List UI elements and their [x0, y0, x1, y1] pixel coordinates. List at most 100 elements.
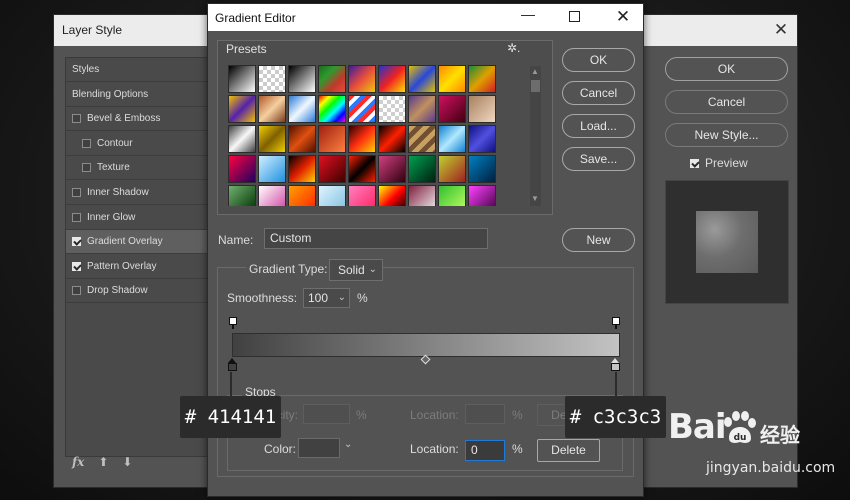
- style-item-texture[interactable]: Texture: [66, 156, 207, 181]
- load-button[interactable]: Load...: [562, 114, 635, 138]
- preset-swatch[interactable]: [378, 125, 406, 153]
- preset-swatch[interactable]: [438, 185, 466, 206]
- save-button[interactable]: Save...: [562, 147, 635, 171]
- preset-swatch[interactable]: [318, 185, 346, 206]
- preset-swatch[interactable]: [468, 65, 496, 93]
- close-icon[interactable]: ✕: [614, 7, 632, 27]
- preset-swatch[interactable]: [318, 65, 346, 93]
- arrow-up-icon[interactable]: ⬆: [98, 455, 108, 475]
- cancel-button[interactable]: Cancel: [562, 81, 635, 105]
- preset-swatch[interactable]: [378, 65, 406, 93]
- style-item-inner-shadow[interactable]: Inner Shadow: [66, 181, 207, 205]
- preset-swatch[interactable]: [228, 185, 256, 206]
- preset-swatch[interactable]: [348, 95, 376, 123]
- gradient-preview-bar[interactable]: [232, 333, 620, 357]
- preset-swatch[interactable]: [378, 95, 406, 123]
- preset-swatch[interactable]: [288, 125, 316, 153]
- color-delete-button[interactable]: Delete: [537, 439, 600, 462]
- style-item-gradient-overlay[interactable]: Gradient Overlay: [66, 230, 207, 255]
- preset-swatch[interactable]: [228, 95, 256, 123]
- stop-swatch: [228, 363, 237, 371]
- preset-swatch[interactable]: [288, 185, 316, 206]
- style-checkbox[interactable]: [72, 114, 81, 124]
- style-checkbox[interactable]: [72, 237, 81, 247]
- preset-swatch[interactable]: [378, 185, 406, 206]
- presets-scrollbar[interactable]: ▲ ▼: [530, 66, 541, 206]
- fx-icon[interactable]: fx: [72, 455, 84, 475]
- gear-icon[interactable]: ✲.: [507, 41, 520, 55]
- preset-swatch[interactable]: [348, 185, 376, 206]
- maximize-icon[interactable]: [569, 11, 580, 22]
- style-item-blending-options[interactable]: Blending Options: [66, 83, 207, 107]
- preset-swatch[interactable]: [288, 65, 316, 93]
- color-label: Color:: [264, 442, 297, 456]
- preset-swatch[interactable]: [438, 125, 466, 153]
- preset-swatch[interactable]: [408, 185, 436, 206]
- close-icon[interactable]: ✕: [772, 20, 790, 40]
- preset-swatch[interactable]: [408, 65, 436, 93]
- chevron-down-icon[interactable]: ⌄: [338, 289, 346, 307]
- preset-swatch[interactable]: [468, 125, 496, 153]
- preview-checkbox[interactable]: [690, 158, 699, 168]
- style-checkbox[interactable]: [82, 138, 91, 148]
- preset-swatch[interactable]: [348, 155, 376, 183]
- preset-swatch[interactable]: [318, 155, 346, 183]
- preset-swatch[interactable]: [438, 65, 466, 93]
- gradient-type-select[interactable]: Solid ⌄: [329, 259, 383, 281]
- scroll-up-icon[interactable]: ▲: [531, 67, 539, 76]
- style-item-contour[interactable]: Contour: [66, 132, 207, 156]
- scroll-thumb[interactable]: [531, 80, 540, 92]
- style-item-styles[interactable]: Styles: [66, 58, 207, 82]
- preset-swatch[interactable]: [288, 95, 316, 123]
- cancel-button[interactable]: Cancel: [665, 90, 788, 114]
- color-stop-right[interactable]: [611, 358, 620, 371]
- preset-swatch[interactable]: [258, 65, 286, 93]
- preset-swatch[interactable]: [468, 155, 496, 183]
- preset-swatch[interactable]: [288, 155, 316, 183]
- new-style-button[interactable]: New Style...: [665, 123, 788, 147]
- preset-swatch[interactable]: [228, 155, 256, 183]
- name-input[interactable]: Custom: [264, 228, 488, 249]
- preset-swatch[interactable]: [348, 65, 376, 93]
- arrow-down-icon[interactable]: ⬇: [122, 455, 132, 475]
- opacity-stop-left[interactable]: [229, 317, 237, 329]
- preset-swatch[interactable]: [258, 155, 286, 183]
- style-item-drop-shadow[interactable]: Drop Shadow: [66, 279, 207, 304]
- preset-swatch[interactable]: [228, 125, 256, 153]
- style-item-bevel-emboss[interactable]: Bevel & Emboss: [66, 107, 207, 132]
- chevron-down-icon[interactable]: ⌄: [344, 439, 352, 450]
- preview-toggle[interactable]: Preview: [690, 156, 748, 170]
- preset-swatch[interactable]: [408, 155, 436, 183]
- preset-swatch[interactable]: [438, 155, 466, 183]
- preset-swatch[interactable]: [408, 125, 436, 153]
- minimize-icon[interactable]: —: [519, 6, 537, 22]
- style-checkbox[interactable]: [72, 261, 81, 271]
- ok-button[interactable]: OK: [562, 48, 635, 72]
- preset-swatch[interactable]: [258, 185, 286, 206]
- preset-swatch[interactable]: [228, 65, 256, 93]
- style-checkbox[interactable]: [72, 212, 81, 222]
- color-stop-left[interactable]: [228, 358, 237, 371]
- preset-swatch[interactable]: [468, 185, 496, 206]
- preset-swatch[interactable]: [348, 125, 376, 153]
- preset-swatch[interactable]: [468, 95, 496, 123]
- new-button[interactable]: New: [562, 228, 635, 252]
- preset-swatch[interactable]: [408, 95, 436, 123]
- preset-swatch[interactable]: [318, 95, 346, 123]
- preset-swatch[interactable]: [258, 95, 286, 123]
- opacity-stop-right[interactable]: [612, 317, 620, 329]
- preset-swatch[interactable]: [438, 95, 466, 123]
- style-item-inner-glow[interactable]: Inner Glow: [66, 206, 207, 230]
- color-location-input[interactable]: 0: [465, 440, 505, 461]
- ok-button[interactable]: OK: [665, 57, 788, 81]
- scroll-down-icon[interactable]: ▼: [531, 194, 539, 203]
- style-checkbox[interactable]: [72, 188, 81, 197]
- preset-swatch[interactable]: [378, 155, 406, 183]
- preset-swatch[interactable]: [258, 125, 286, 153]
- style-checkbox[interactable]: [82, 163, 91, 173]
- color-swatch-field[interactable]: [298, 438, 340, 458]
- smoothness-input[interactable]: 100 ⌄: [303, 288, 350, 308]
- style-checkbox[interactable]: [72, 286, 81, 296]
- style-item-pattern-overlay[interactable]: Pattern Overlay: [66, 255, 207, 279]
- preset-swatch[interactable]: [318, 125, 346, 153]
